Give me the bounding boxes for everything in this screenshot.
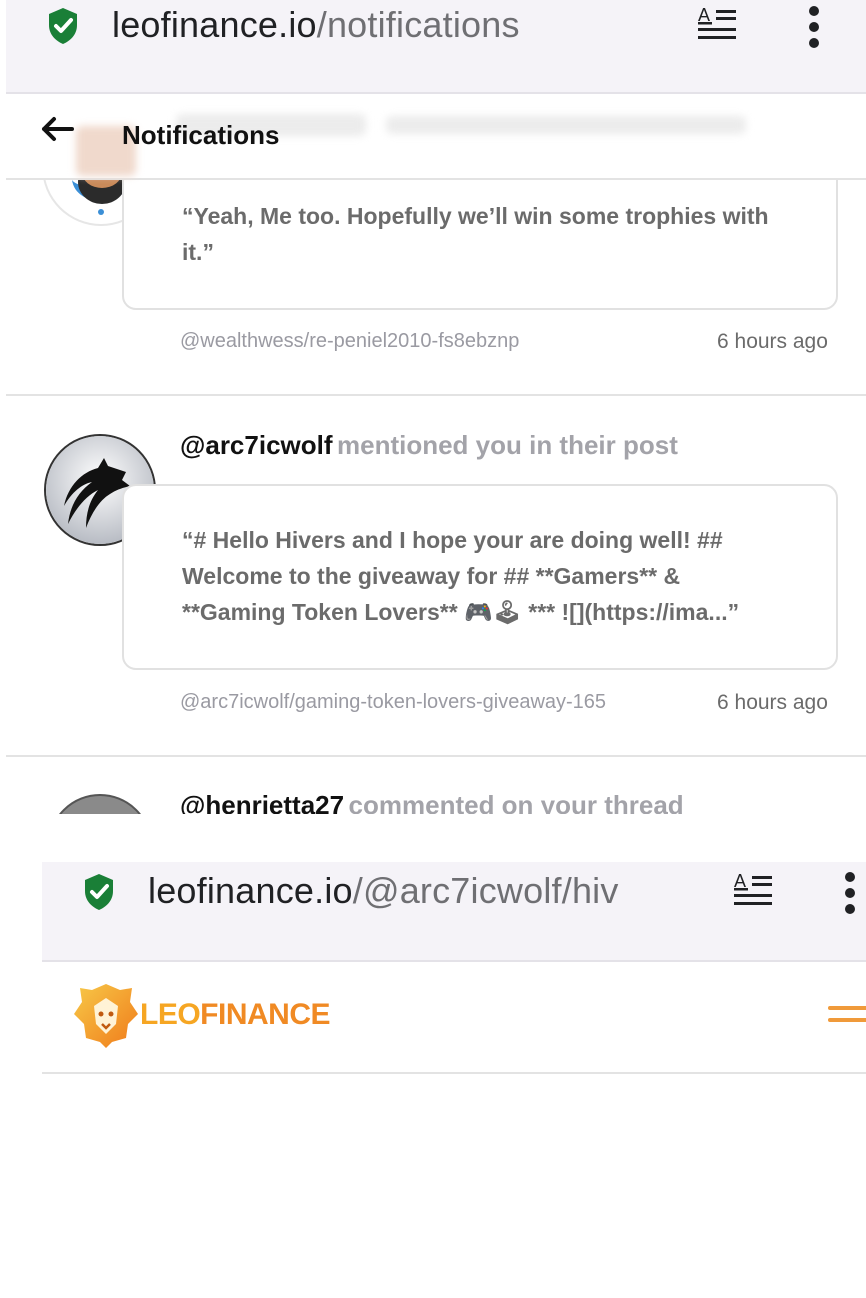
back-arrow-icon[interactable] (40, 114, 74, 153)
notification-user[interactable]: @henrietta27 (180, 790, 344, 814)
shield-check-icon (46, 6, 80, 46)
post-link[interactable]: @arc7icwolf/gaming-token-lovers-giveaway… (180, 691, 606, 714)
reader-mode-icon[interactable]: A (732, 870, 776, 915)
shield-check-icon (82, 872, 116, 912)
page-title: Notifications (122, 120, 280, 150)
reader-mode-icon[interactable]: A (696, 4, 740, 49)
timestamp: 6 hours ago (717, 691, 828, 714)
url-path: /notifications (316, 4, 520, 45)
notifications-header: Notifications (6, 94, 866, 180)
notification-title[interactable]: @henrietta27 commented on your thread (180, 790, 684, 814)
url-host: leofinance.io (112, 4, 317, 45)
post-quote: “# Hello Hivers and I hope your are doin… (182, 522, 822, 630)
notification-item-clipped[interactable]: @henrietta27 commented on your thread (0, 760, 866, 814)
brand-name-part: LEO (140, 998, 201, 1031)
notification-user[interactable]: @arc7icwolf (180, 430, 333, 460)
url-path: /@arc7icwolf/hiv (352, 870, 619, 911)
blurred-header-content (386, 116, 746, 134)
brand-name-part: FINANCE (200, 998, 331, 1031)
browser-address-bar: leofinance.io/notifications A (6, 0, 866, 94)
post-preview-card[interactable]: “# Hello Hivers and I hope your are doin… (122, 484, 838, 670)
lion-logo-icon[interactable] (72, 980, 140, 1055)
divider (6, 755, 866, 757)
post-link[interactable]: @wealthwess/re-peniel2010-fs8ebznp (180, 330, 519, 353)
more-vert-icon[interactable] (809, 6, 819, 54)
url-host: leofinance.io (148, 870, 353, 911)
brand-name[interactable]: LEOFINANCE (140, 998, 331, 1032)
notification-action: mentioned you in their post (336, 430, 678, 460)
post-quote-line: “# Hello Hivers and I hope your are doin… (182, 527, 723, 553)
post-quote-line: Welcome to the giveaway for ## **Gamers*… (182, 563, 681, 589)
avatar[interactable] (48, 794, 152, 814)
site-header: LEOFINANCE (42, 962, 866, 1074)
hamburger-menu-icon[interactable] (828, 1006, 866, 1022)
notification-title[interactable]: @arc7icwolf mentioned you in their post (180, 430, 678, 461)
browser-address-bar: leofinance.io/@arc7icwolf/hiv A (42, 862, 866, 962)
timestamp: 6 hours ago (717, 330, 828, 353)
url-field[interactable]: leofinance.io/notifications (112, 4, 520, 46)
post-quote-line: **Gaming Token Lovers** 🎮🕹 *** ![](https… (182, 599, 740, 625)
divider (6, 394, 866, 396)
notification-action: commented on your thread (348, 790, 684, 814)
comment-quote: “Yeah, Me too. Hopefully we’ll win some … (182, 203, 769, 265)
url-field[interactable]: leofinance.io/@arc7icwolf/hiv (148, 870, 708, 912)
more-vert-icon[interactable] (845, 872, 855, 920)
